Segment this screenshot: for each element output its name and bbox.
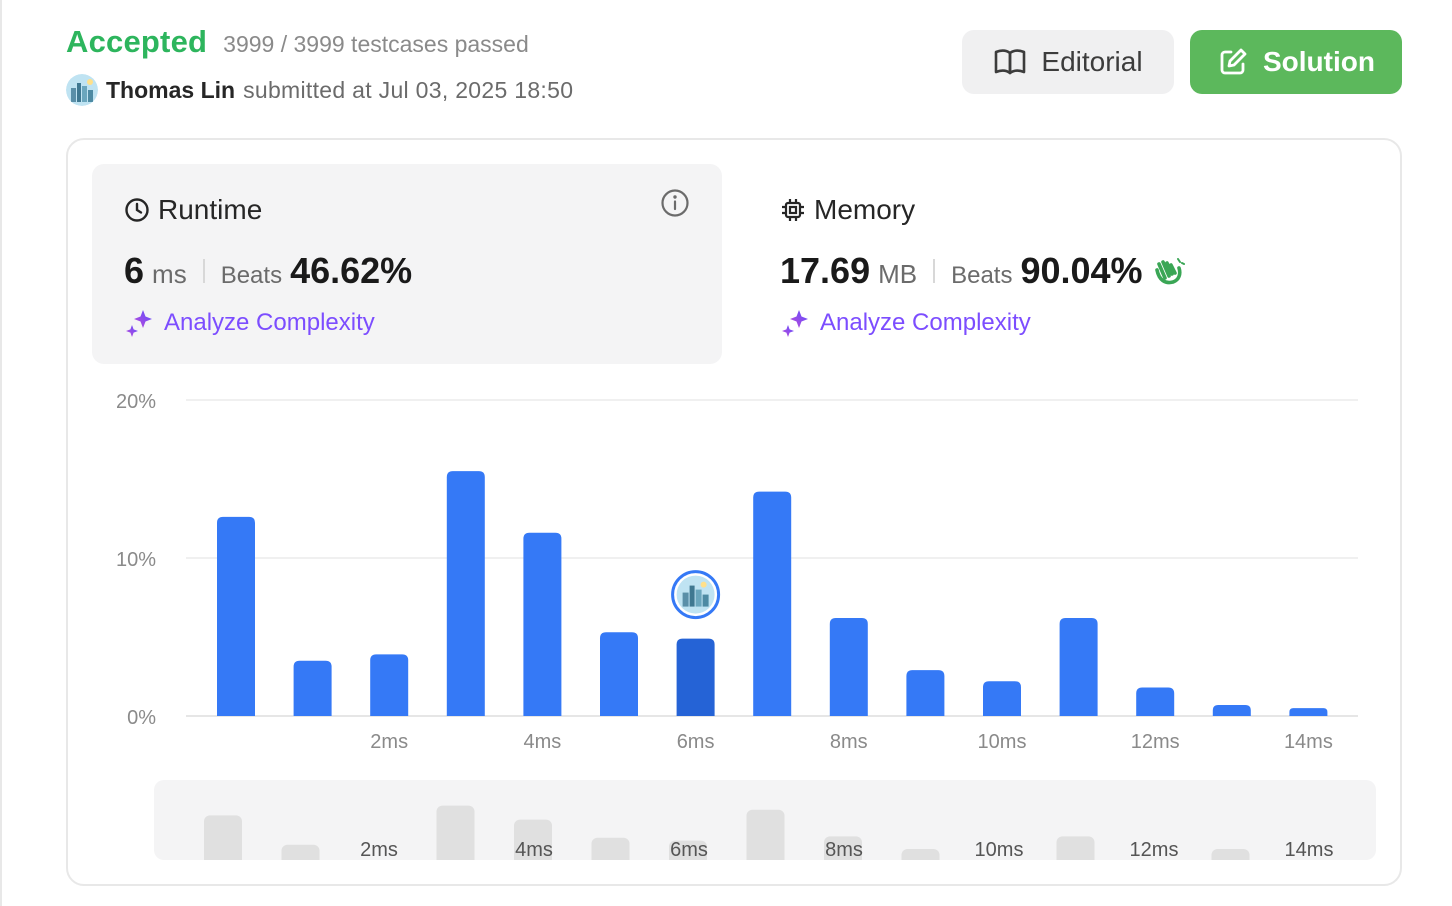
- user-name[interactable]: Thomas Lin: [106, 77, 235, 104]
- minimap-bar: [746, 809, 785, 860]
- minimap-tick-label: 6ms: [670, 839, 708, 860]
- runtime-beats-percent: 46.62%: [290, 250, 413, 291]
- avatar-building: [689, 585, 695, 607]
- chart-bar[interactable]: [1289, 708, 1328, 716]
- testcases-passed: 3999 / 3999 testcases passed: [223, 31, 529, 57]
- minimap-bar: [1056, 836, 1095, 860]
- y-tick-label: 20%: [116, 391, 156, 413]
- result-card: Runtime 6 ms Beats 46.62% Analyze Comple…: [66, 138, 1402, 886]
- submitter-line: Thomas Lin submitted at Jul 03, 2025 18:…: [66, 74, 573, 106]
- minimap-bar: [436, 805, 475, 860]
- solution-button[interactable]: Solution: [1190, 30, 1402, 94]
- chart-bar[interactable]: [446, 471, 485, 716]
- edit-icon: [1220, 48, 1247, 75]
- avatar[interactable]: [66, 74, 98, 106]
- x-tick-label: 4ms: [524, 731, 562, 753]
- beats-label: Beats: [951, 262, 1013, 289]
- chart-bar[interactable]: [676, 638, 715, 716]
- status-accepted: Accepted: [66, 24, 208, 59]
- minimap-tick-label: 10ms: [975, 839, 1024, 860]
- divider: [202, 259, 205, 283]
- runtime-title-text: Runtime: [158, 194, 263, 225]
- memory-title-text: Memory: [814, 194, 916, 225]
- clock-icon: [125, 198, 149, 222]
- x-tick-label: 6ms: [677, 731, 715, 753]
- chart-bar[interactable]: [753, 491, 792, 716]
- chart-bar[interactable]: [1059, 618, 1098, 716]
- memory-title: Memory: [780, 194, 915, 226]
- chart-range-minimap[interactable]: 2ms 4ms 6ms 8ms 10ms 12ms 14ms: [154, 780, 1376, 860]
- status-line: Accepted 3999 / 3999 testcases passed: [66, 24, 529, 60]
- memory-analyze-complexity-link[interactable]: Analyze Complexity: [780, 308, 1031, 338]
- runtime-metric: 6 ms Beats 46.62%: [124, 250, 412, 292]
- chart-bar[interactable]: [523, 532, 562, 716]
- memory-panel[interactable]: Memory 17.69 MB Beats 90.04% Analyze Com…: [748, 164, 1378, 364]
- sparkle-icon: [782, 310, 808, 337]
- chart-bar[interactable]: [1212, 704, 1251, 716]
- beats-label: Beats: [220, 262, 283, 289]
- chart-bar[interactable]: [293, 660, 332, 716]
- memory-beats-percent: 90.04%: [1020, 250, 1143, 291]
- x-tick-label: 2ms: [370, 731, 408, 753]
- window-edge: [0, 0, 2, 906]
- y-tick-label: 10%: [116, 549, 156, 571]
- memory-analyze-label: Analyze Complexity: [820, 309, 1031, 336]
- memory-metric: 17.69 MB Beats 90.04%: [780, 250, 1185, 292]
- minimap-tick-label: 8ms: [825, 839, 863, 860]
- sparkle-icon: [126, 310, 152, 337]
- avatar-building: [702, 594, 709, 607]
- minimap-tick-label: 4ms: [515, 839, 553, 860]
- x-tick-label: 10ms: [978, 731, 1027, 753]
- avatar-sun: [700, 581, 707, 588]
- book-icon: [995, 49, 1026, 75]
- runtime-distribution-chart[interactable]: 0% 10% 20% 2ms 4ms 6ms 8ms 10ms 12ms 14ms: [68, 380, 1404, 770]
- minimap-bar: [281, 844, 320, 860]
- chart-bar[interactable]: [600, 632, 638, 716]
- clapping-hands-icon: [1154, 258, 1185, 285]
- runtime-analyze-label: Analyze Complexity: [164, 309, 375, 336]
- runtime-title: Runtime: [124, 194, 262, 226]
- memory-value: 17.69: [780, 250, 871, 291]
- chart-bar[interactable]: [370, 654, 409, 716]
- chart-bar[interactable]: [217, 516, 255, 716]
- avatar-building: [682, 592, 689, 607]
- editorial-button[interactable]: Editorial: [962, 30, 1174, 94]
- minimap-bar: [901, 849, 940, 860]
- divider: [933, 259, 936, 283]
- editorial-label: Editorial: [1041, 46, 1143, 77]
- chip-icon: [782, 199, 804, 221]
- minimap-tick-label: 2ms: [360, 839, 398, 860]
- minimap-bar: [591, 837, 630, 860]
- memory-unit: MB: [878, 259, 918, 289]
- runtime-unit: ms: [152, 259, 187, 289]
- submission-header: Accepted 3999 / 3999 testcases passed Th…: [66, 24, 1402, 114]
- chart-bar[interactable]: [829, 618, 868, 716]
- minimap-bar: [204, 815, 242, 860]
- info-icon[interactable]: [660, 188, 690, 218]
- chart-bar[interactable]: [983, 681, 1021, 716]
- runtime-value: 6: [124, 250, 145, 291]
- x-tick-label: 14ms: [1284, 731, 1333, 753]
- y-tick-label: 0%: [127, 707, 156, 729]
- minimap-tick-label: 12ms: [1130, 839, 1179, 860]
- runtime-panel[interactable]: Runtime 6 ms Beats 46.62% Analyze Comple…: [92, 164, 722, 364]
- x-tick-label: 12ms: [1131, 731, 1180, 753]
- avatar-building: [695, 589, 702, 607]
- minimap-bar: [1211, 849, 1250, 860]
- minimap-tick-label: 14ms: [1285, 839, 1334, 860]
- chart-bar[interactable]: [906, 670, 945, 716]
- x-tick-label: 8ms: [830, 731, 868, 753]
- chart-bar[interactable]: [1136, 687, 1175, 716]
- submitted-time: submitted at Jul 03, 2025 18:50: [243, 76, 574, 103]
- runtime-analyze-complexity-link[interactable]: Analyze Complexity: [124, 308, 375, 338]
- solution-label: Solution: [1263, 46, 1375, 77]
